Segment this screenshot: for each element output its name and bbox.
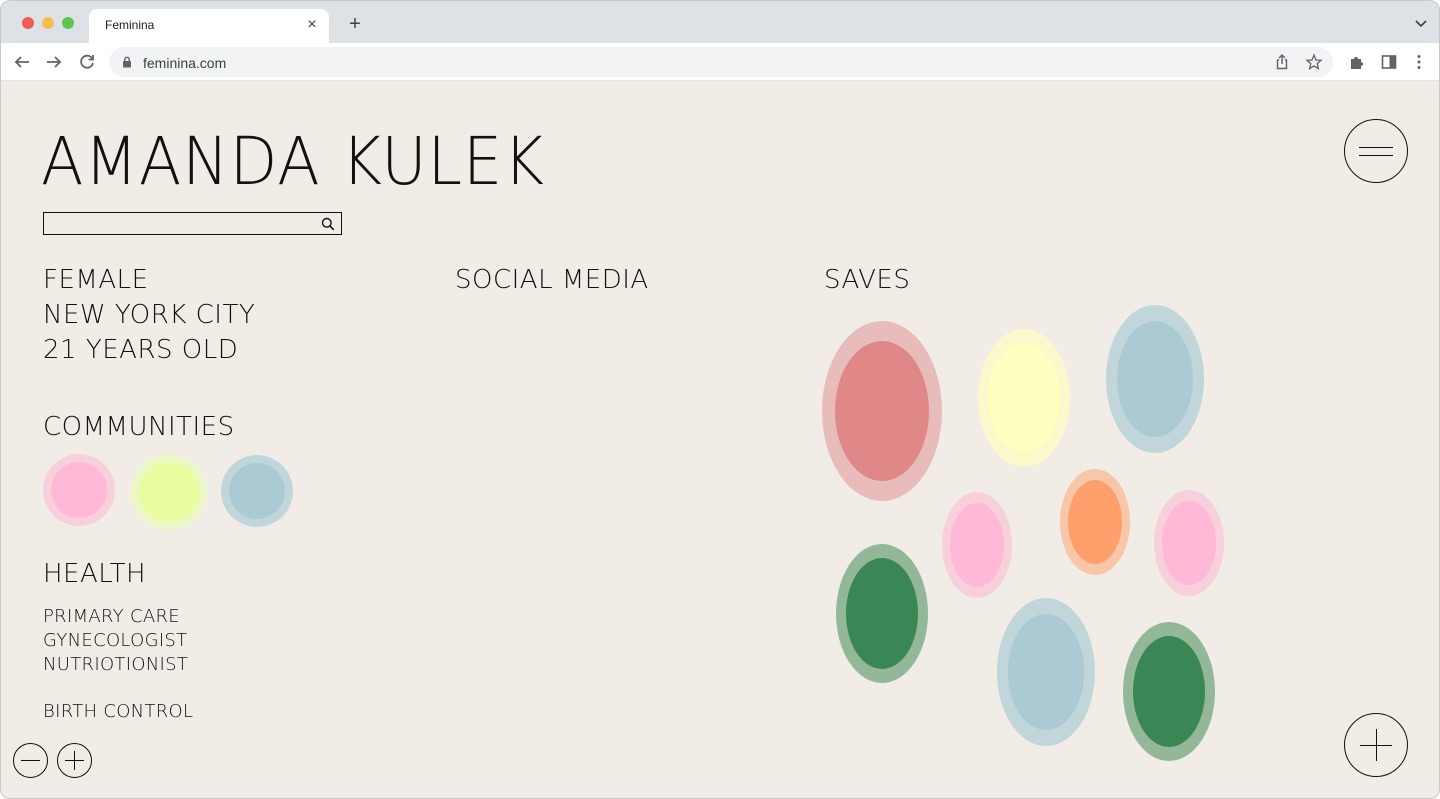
profile-name: AMANDA KULEK	[41, 123, 545, 200]
save-yellow[interactable]	[978, 329, 1070, 467]
communities-heading: COMMUNITIES	[43, 412, 235, 442]
plus-icon-vertical	[1376, 729, 1377, 761]
profile-age: 21 YEARS OLD	[43, 335, 239, 365]
close-window-button[interactable]	[22, 17, 34, 29]
active-tab[interactable]: Feminina ×	[89, 9, 329, 43]
forward-arrow-icon[interactable]	[43, 51, 65, 73]
url-text: feminina.com	[143, 55, 227, 71]
community-pink[interactable]	[43, 454, 115, 526]
save-blue-top[interactable]	[1106, 305, 1204, 453]
save-blue-bottom[interactable]	[997, 598, 1095, 746]
more-menu-icon[interactable]	[1410, 53, 1428, 71]
health-item-gynecologist[interactable]: GYNECOLOGIST	[43, 630, 187, 651]
community-lime[interactable]	[131, 454, 207, 530]
reload-icon[interactable]	[76, 51, 98, 73]
plus-small-icon-vertical	[74, 751, 75, 770]
tab-title: Feminina	[105, 18, 155, 32]
tab-close-icon[interactable]: ×	[303, 16, 321, 34]
save-green-right[interactable]	[1123, 622, 1215, 761]
save-pink-left[interactable]	[942, 492, 1012, 598]
new-tab-icon[interactable]: +	[345, 14, 365, 34]
health-heading: HEALTH	[43, 559, 147, 589]
menu-line-bottom-icon	[1359, 155, 1393, 156]
minus-icon	[21, 760, 40, 761]
browser-window: Feminina × + feminina.com AMANDA KULEK F…	[0, 0, 1440, 799]
share-icon[interactable]	[1273, 53, 1291, 71]
browser-toolbar: feminina.com	[1, 43, 1439, 81]
tab-search-chevron-icon[interactable]	[1413, 15, 1429, 31]
maximize-window-button[interactable]	[62, 17, 74, 29]
birth-control-item[interactable]: BIRTH CONTROL	[43, 701, 193, 722]
profile-city: NEW YORK CITY	[43, 300, 256, 330]
menu-line-top-icon	[1359, 147, 1393, 148]
health-item-primary-care[interactable]: PRIMARY CARE	[43, 606, 180, 627]
lock-icon	[123, 56, 131, 68]
bookmark-star-icon[interactable]	[1305, 53, 1323, 71]
search-icon[interactable]	[321, 217, 335, 231]
saves-heading: SAVES	[824, 265, 911, 295]
save-red[interactable]	[822, 321, 942, 501]
minimize-window-button[interactable]	[42, 17, 54, 29]
back-arrow-icon[interactable]	[11, 51, 33, 73]
save-pink-right[interactable]	[1154, 490, 1224, 596]
community-blue[interactable]	[221, 455, 293, 527]
profile-page: AMANDA KULEK FEMALE NEW YORK CITY 21 YEA…	[1, 81, 1439, 798]
add-button[interactable]	[1344, 713, 1408, 777]
tab-strip: Feminina × +	[1, 1, 1439, 43]
social-media-heading: SOCIAL MEDIA	[455, 265, 649, 295]
address-bar[interactable]: feminina.com	[109, 47, 1333, 77]
save-green-left[interactable]	[836, 544, 928, 683]
profile-gender: FEMALE	[43, 265, 149, 295]
side-panel-icon[interactable]	[1380, 53, 1398, 71]
menu-button[interactable]	[1344, 119, 1408, 183]
health-item-nutritionist[interactable]: NUTRIOTIONIST	[43, 654, 188, 675]
zoom-out-button[interactable]	[13, 743, 48, 778]
extensions-puzzle-icon[interactable]	[1348, 53, 1366, 71]
zoom-in-button[interactable]	[57, 743, 92, 778]
save-orange[interactable]	[1060, 469, 1130, 575]
search-input[interactable]	[43, 212, 342, 235]
